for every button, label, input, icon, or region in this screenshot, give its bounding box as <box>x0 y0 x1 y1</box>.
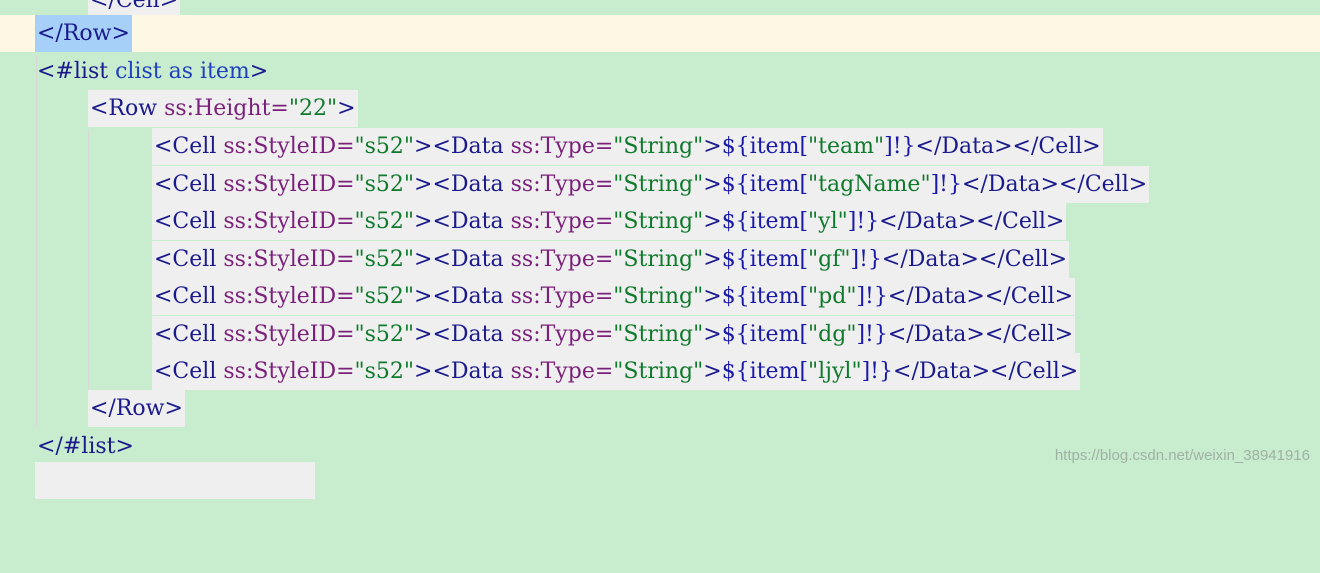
cell-element: <Cell ss:StyleID="s52"><Data ss:Type="St… <box>152 203 1067 240</box>
code-line-cell: <Cell ss:StyleID="s52"><Data ss:Type="St… <box>0 128 1320 165</box>
list-close-directive: </#list> <box>37 434 134 459</box>
partial-line <box>35 462 315 499</box>
code-line-cell: <Cell ss:StyleID="s52"><Data ss:Type="St… <box>0 165 1320 203</box>
code-line-cell: <Cell ss:StyleID="s52"><Data ss:Type="St… <box>0 315 1320 353</box>
code-line-cell: <Cell ss:StyleID="s52"><Data ss:Type="St… <box>0 240 1320 278</box>
selected-row-tag[interactable]: </Row> <box>35 15 132 52</box>
cell-element: <Cell ss:StyleID="s52"><Data ss:Type="St… <box>152 128 1103 165</box>
code-line-cell: <Cell ss:StyleID="s52"><Data ss:Type="St… <box>0 278 1320 315</box>
code-line-current[interactable]: </Row> <box>0 15 1320 52</box>
row-open-tag: <Row ss:Height="22"> <box>88 90 358 127</box>
cell-element: <Cell ss:StyleID="s52"><Data ss:Type="St… <box>152 315 1076 353</box>
cell-element: <Cell ss:StyleID="s52"><Data ss:Type="St… <box>152 165 1150 203</box>
code-line-row-open: <Row ss:Height="22"> <box>0 90 1320 127</box>
cell-element: <Cell ss:StyleID="s52"><Data ss:Type="St… <box>152 240 1070 278</box>
code-line-list: <#list clist as item> <box>0 53 1320 90</box>
cell-element: <Cell ss:StyleID="s52"><Data ss:Type="St… <box>152 278 1076 315</box>
code-line-cell: <Cell ss:StyleID="s52"><Data ss:Type="St… <box>0 353 1320 390</box>
code-line-cell: <Cell ss:StyleID="s52"><Data ss:Type="St… <box>0 203 1320 240</box>
watermark: https://blog.csdn.net/weixin_38941916 <box>1054 447 1310 464</box>
list-directive: <#list clist as item> <box>37 59 269 84</box>
row-close-tag: </Row> <box>88 390 185 427</box>
code-line-partial <box>0 462 1320 499</box>
code-line-row-close: </Row> <box>0 390 1320 427</box>
cell-element: <Cell ss:StyleID="s52"><Data ss:Type="St… <box>152 353 1081 390</box>
code-editor[interactable]: </Cell> </Row> <#list clist as item> <Ro… <box>0 0 1320 499</box>
